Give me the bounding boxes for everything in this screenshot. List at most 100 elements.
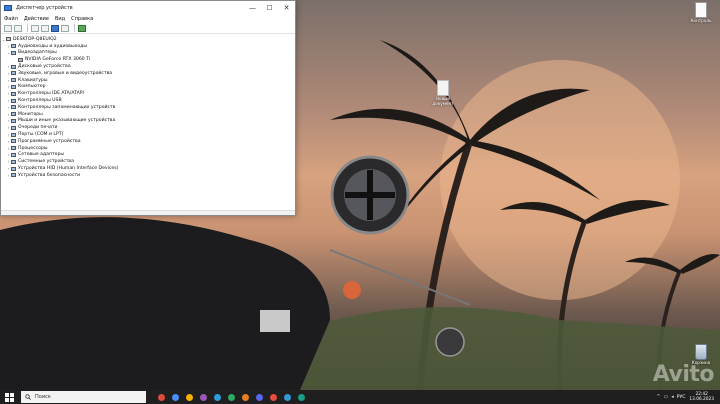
clock[interactable]: 22:42 13.06.2023 (689, 392, 714, 402)
taskbar-app-icon[interactable] (296, 392, 306, 402)
tree-item[interactable]: › Дисковые устройства (1, 63, 295, 70)
device-category-icon (11, 159, 16, 164)
tree-item[interactable]: › Контроллеры IDE ATA/ATAPI (1, 90, 295, 97)
tree-item[interactable]: › Устройства HID (Human Interface Devices… (1, 165, 295, 172)
chevron-up-icon[interactable]: ^ (656, 394, 660, 400)
maximize-button[interactable]: ☐ (261, 1, 278, 14)
language-indicator[interactable]: РУС (677, 395, 686, 400)
device-category-icon (11, 44, 16, 49)
tree-item-label: Мыши и иные указывающие устройства (18, 118, 116, 124)
taskbar-app-icon[interactable] (254, 392, 264, 402)
tree-item[interactable]: › Мыши и иные указывающие устройства (1, 118, 295, 125)
tree-item-label: Очереди печати (18, 125, 58, 131)
tree-item-label: Клавиатуры (18, 77, 48, 83)
taskbar-app-icon[interactable] (282, 392, 292, 402)
clock-date: 13.06.2023 (689, 397, 714, 402)
menu-view[interactable]: Вид (55, 16, 65, 22)
properties-icon[interactable] (31, 24, 39, 32)
scan-hardware-icon[interactable] (78, 24, 86, 32)
help-icon[interactable] (51, 24, 59, 32)
device-category-icon (11, 125, 16, 130)
tree-item[interactable]: › Порты (COM и LPT) (1, 131, 295, 138)
tree-item-label: Системные устройства (18, 159, 74, 165)
tree-item-label: Контроллеры IDE ATA/ATAPI (18, 91, 84, 97)
tree-item[interactable]: › Процессоры (1, 145, 295, 152)
taskbar-app-icon[interactable] (268, 392, 278, 402)
tree-item-label: Звуковые, игровые и видеоустройства (18, 70, 113, 76)
device-category-icon (11, 166, 16, 171)
menu-help[interactable]: Справка (71, 16, 93, 22)
tree-item-label: Контроллеры запоминающих устройств (18, 104, 116, 110)
tree-item-label: Процессоры (18, 145, 48, 151)
tree-item[interactable]: ⌄ Видеоадаптеры (1, 50, 295, 57)
taskbar-app-icon[interactable] (240, 392, 250, 402)
menu-bar: Файл Действие Вид Справка (1, 14, 295, 23)
device-category-icon (11, 132, 16, 137)
close-button[interactable]: ✕ (278, 1, 295, 14)
forward-icon[interactable] (14, 24, 22, 32)
search-box[interactable]: Поиск (21, 391, 146, 403)
windows-logo-icon (4, 392, 14, 402)
avito-watermark: Avito (652, 362, 715, 387)
tree-item[interactable]: › Аудиовходы и аудиовыходы (1, 43, 295, 50)
tree-item-label: Порты (COM и LPT) (18, 132, 64, 138)
tree-item[interactable]: › Устройства безопасности (1, 172, 295, 179)
network-icon[interactable]: ▭ (664, 394, 669, 400)
title-bar[interactable]: Диспетчер устройств — ☐ ✕ (1, 1, 295, 14)
list-view-icon[interactable] (61, 24, 69, 32)
device-category-icon (11, 98, 16, 103)
tree-item[interactable]: NVIDIA GeForce RTX 3060 Ti (1, 56, 295, 63)
document-icon[interactable] (41, 24, 49, 32)
taskbar-app-icon[interactable] (156, 392, 166, 402)
taskbar-app-icon[interactable] (198, 392, 208, 402)
menu-file[interactable]: Файл (4, 16, 18, 22)
search-placeholder: Поиск (35, 394, 51, 400)
desktop-icon-documents[interactable]: Контроль (686, 2, 716, 23)
toolbar (1, 23, 295, 34)
tree-item-label: Дисковые устройства (18, 64, 71, 70)
tree-item[interactable]: › Звуковые, игровые и видеоустройства (1, 70, 295, 77)
toolbar-separator (74, 24, 75, 32)
search-icon (25, 394, 31, 400)
device-category-icon (18, 57, 23, 62)
menu-action[interactable]: Действие (24, 16, 49, 22)
minimize-button[interactable]: — (244, 1, 261, 14)
tree-root[interactable]: ⌄ DESKTOP-Q8EUIQ2 (1, 36, 295, 43)
tree-item[interactable]: › Контроллеры запоминающих устройств (1, 104, 295, 111)
toolbar-separator (27, 24, 28, 32)
tree-item-label: Устройства безопасности (18, 172, 81, 178)
tree-item-label: Аудиовходы и аудиовыходы (18, 43, 87, 49)
window-title: Диспетчер устройств (16, 4, 73, 11)
device-category-icon (11, 152, 16, 157)
tree-item-label: Программные устройства (18, 138, 81, 144)
tree-item-label: Мониторы (18, 111, 43, 117)
taskbar-app-icon[interactable] (226, 392, 236, 402)
device-category-icon (11, 64, 16, 69)
taskbar-app-icon[interactable] (212, 392, 222, 402)
tree-item-label: NVIDIA GeForce RTX 3060 Ti (25, 57, 91, 63)
device-category-icon (11, 112, 16, 117)
tree-root-label: DESKTOP-Q8EUIQ2 (13, 36, 57, 42)
taskbar-app-icon[interactable] (184, 392, 194, 402)
back-icon[interactable] (4, 24, 12, 32)
taskbar-app-icon[interactable] (170, 392, 180, 402)
tree-item[interactable]: › Клавиатуры (1, 77, 295, 84)
tree-item[interactable]: › Контроллеры USB (1, 97, 295, 104)
tree-item[interactable]: › Сетевые адаптеры (1, 152, 295, 159)
tree-item-label: Компьютер (18, 84, 46, 90)
tree-item[interactable]: › Программные устройства (1, 138, 295, 145)
tree-item[interactable]: › Системные устройства (1, 158, 295, 165)
tree-item[interactable]: › Компьютер (1, 84, 295, 91)
device-category-icon (11, 173, 16, 178)
tree-item[interactable]: › Очереди печати (1, 124, 295, 131)
device-category-icon (11, 91, 16, 96)
tree-item-label: Видеоадаптеры (18, 50, 57, 56)
start-button[interactable] (0, 390, 18, 404)
recycle-bin-icon (695, 344, 707, 360)
tree-item[interactable]: › Мониторы (1, 111, 295, 118)
desktop-icon-label: Контроль (690, 18, 712, 23)
volume-icon[interactable]: ◂ (671, 394, 674, 400)
desktop-icon-new-file[interactable]: Новый документ (428, 80, 458, 106)
device-manager-window: Диспетчер устройств — ☐ ✕ Файл Действие … (0, 0, 296, 216)
tree-item-label: Сетевые адаптеры (18, 152, 65, 158)
